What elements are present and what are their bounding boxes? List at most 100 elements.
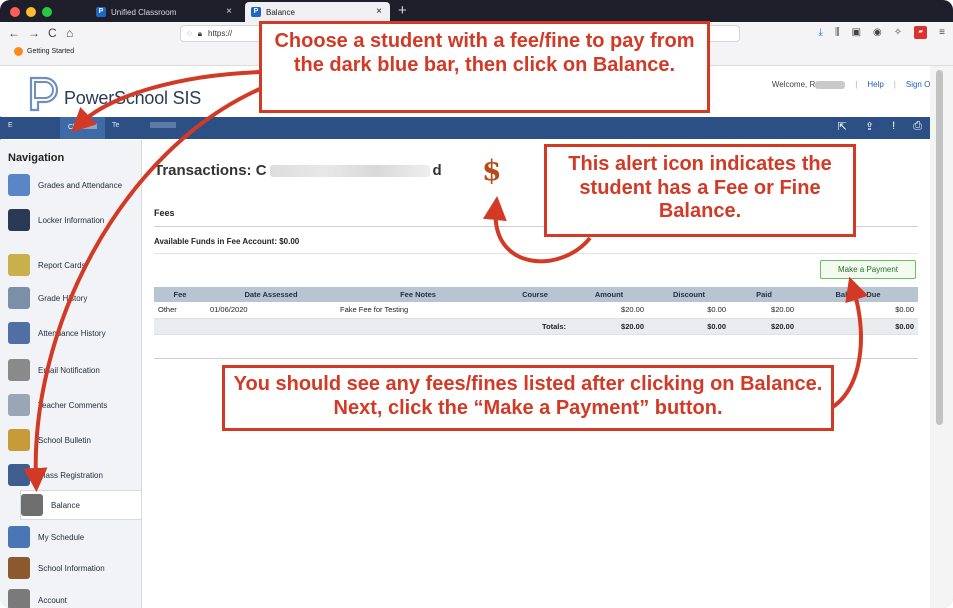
- toolbar-right-icons: ⤓ ⫼ ▣ ◉ ✧ ▰ ≡: [819, 26, 945, 39]
- sidebar-item-label: Email Notification: [38, 365, 100, 375]
- sidebar-item-label: Report Cards: [38, 260, 86, 270]
- student-tab-1[interactable]: E: [8, 122, 13, 129]
- student-tab-2[interactable]: Cl: [60, 117, 105, 139]
- column-header: Paid: [730, 287, 798, 302]
- callout-fees-listed: You should see any fees/fines listed aft…: [222, 365, 834, 431]
- download-icon[interactable]: ⤓: [819, 27, 823, 38]
- sidebar-toggle-icon[interactable]: ▣: [852, 27, 861, 38]
- balance-icon: [21, 494, 43, 516]
- sidebar-item-label: Locker Information: [38, 215, 105, 225]
- totals-row: Totals: $20.00 $0.00 $20.00 $0.00: [154, 318, 918, 335]
- tab-close-icon[interactable]: ×: [376, 6, 382, 17]
- print-icon[interactable]: ⎙: [913, 120, 922, 133]
- sidebar-item-label: School Information: [38, 563, 105, 573]
- sidebar-item-balance[interactable]: Balance: [20, 490, 141, 520]
- divider: [154, 253, 918, 254]
- column-header: Balance Due: [798, 287, 918, 302]
- sidebar-item-school-information[interactable]: School Information: [8, 553, 138, 583]
- sidebar-item-label: Balance: [51, 500, 80, 510]
- sidebar-item-grade-history[interactable]: Grade History: [8, 283, 138, 313]
- column-header: Fee: [154, 287, 206, 302]
- home-icon[interactable]: ⌂: [66, 25, 73, 41]
- table-row: Other 01/06/2020 Fake Fee for Testing $2…: [154, 302, 918, 319]
- tab-balance[interactable]: P Balance ×: [245, 2, 390, 22]
- student-tab-4[interactable]: [150, 122, 176, 130]
- blurred-student-name: [76, 123, 97, 129]
- column-header: Fee Notes: [336, 287, 500, 302]
- sidebar-item-school-bulletin[interactable]: School Bulletin: [8, 425, 138, 455]
- new-tab-button[interactable]: +: [398, 2, 407, 20]
- external-link-icon[interactable]: ⇱: [838, 120, 847, 133]
- tab-unified-classroom[interactable]: P Unified Classroom ×: [90, 2, 240, 22]
- student-bar: E Cl Te ⇱ ⇪ ! ⎙: [0, 117, 930, 139]
- zoom-window-button[interactable]: [42, 7, 52, 17]
- browser-window: P Unified Classroom × P Balance × + ← → …: [0, 0, 953, 608]
- email-icon: [8, 359, 30, 381]
- sidebar-item-class-registration[interactable]: Class Registration: [8, 460, 138, 490]
- sidebar-item-account[interactable]: Account: [8, 585, 138, 608]
- total-amount: $20.00: [570, 318, 648, 335]
- lock-icon: 🔒︎: [197, 28, 203, 38]
- registration-icon: [8, 464, 30, 486]
- cell-course: [500, 302, 570, 319]
- close-window-button[interactable]: [10, 7, 20, 17]
- column-header: Course: [500, 287, 570, 302]
- bulletin-icon: [8, 429, 30, 451]
- page-scrollbar[interactable]: [930, 66, 953, 608]
- make-payment-button[interactable]: Make a Payment: [820, 260, 916, 279]
- tab-close-icon[interactable]: ×: [226, 6, 232, 17]
- column-header: Discount: [648, 287, 730, 302]
- account-icon: [8, 589, 30, 608]
- sidebar-item-grades-and-attendance[interactable]: Grades and Attendance: [8, 170, 138, 200]
- menu-icon[interactable]: ≡: [939, 27, 945, 38]
- total-paid: $20.00: [730, 318, 798, 335]
- sidebar-item-teacher-comments[interactable]: Teacher Comments: [8, 390, 138, 420]
- upload-icon[interactable]: ⇪: [865, 120, 874, 133]
- report-cards-icon: [8, 254, 30, 276]
- tab-strip: P Unified Classroom × P Balance × +: [0, 0, 953, 22]
- reload-icon[interactable]: C: [48, 25, 57, 41]
- sidebar-item-label: Grades and Attendance: [38, 180, 123, 190]
- forward-arrow-icon[interactable]: →: [28, 25, 40, 41]
- callout-alert-icon: This alert icon indicates the student ha…: [544, 144, 856, 237]
- back-arrow-icon[interactable]: ←: [8, 25, 20, 41]
- school-icon: [8, 557, 30, 579]
- cell-discount: $0.00: [648, 302, 730, 319]
- welcome-text: Welcome, R: [771, 80, 816, 89]
- blurred-student-name: [150, 122, 176, 128]
- sidebar-item-label: School Bulletin: [38, 435, 91, 445]
- title-suffix: d: [432, 162, 442, 179]
- scrollbar-thumb[interactable]: [936, 70, 943, 425]
- alert-exclamation-icon[interactable]: !: [892, 120, 895, 133]
- bookmark-getting-started[interactable]: Getting Started: [14, 47, 74, 56]
- page-title: Transactions: C d: [154, 162, 442, 179]
- sidebar-item-locker-information[interactable]: Locker Information: [8, 205, 138, 235]
- cell-fee: Other: [154, 302, 206, 319]
- account-icon[interactable]: ◉: [873, 27, 882, 38]
- column-header: Date Assessed: [206, 287, 336, 302]
- sidebar-item-email-notification[interactable]: Email Notification: [8, 355, 138, 385]
- powerschool-favicon-icon: P: [251, 7, 261, 17]
- student-tab-3[interactable]: Te: [112, 122, 119, 129]
- library-icon[interactable]: ⫼: [835, 27, 840, 38]
- sidebar-item-report-cards[interactable]: Report Cards: [8, 250, 138, 280]
- sidebar-item-my-schedule[interactable]: My Schedule: [8, 522, 138, 552]
- minimize-window-button[interactable]: [26, 7, 36, 17]
- fee-alert-dollar-icon[interactable]: $: [482, 154, 501, 187]
- locker-icon: [8, 209, 30, 231]
- cell-paid: $20.00: [730, 302, 798, 319]
- divider: [154, 358, 918, 359]
- title-prefix: Transactions: C: [154, 162, 267, 179]
- sidebar-item-attendance-history[interactable]: Attendance History: [8, 318, 138, 348]
- help-link[interactable]: Help: [867, 80, 883, 89]
- powerschool-favicon-icon: P: [96, 7, 106, 17]
- student-tab-label: Cl: [68, 124, 75, 131]
- blurred-student-name: [269, 164, 430, 177]
- sidebar-item-label: Class Registration: [38, 470, 103, 480]
- extension-icon[interactable]: ✧: [894, 27, 902, 38]
- extension-badge-icon[interactable]: ▰: [914, 26, 928, 39]
- total-balance-due: $0.00: [798, 318, 918, 335]
- attendance-history-icon: [8, 322, 30, 344]
- cell-date: 01/06/2020: [206, 302, 336, 319]
- grade-history-icon: [8, 287, 30, 309]
